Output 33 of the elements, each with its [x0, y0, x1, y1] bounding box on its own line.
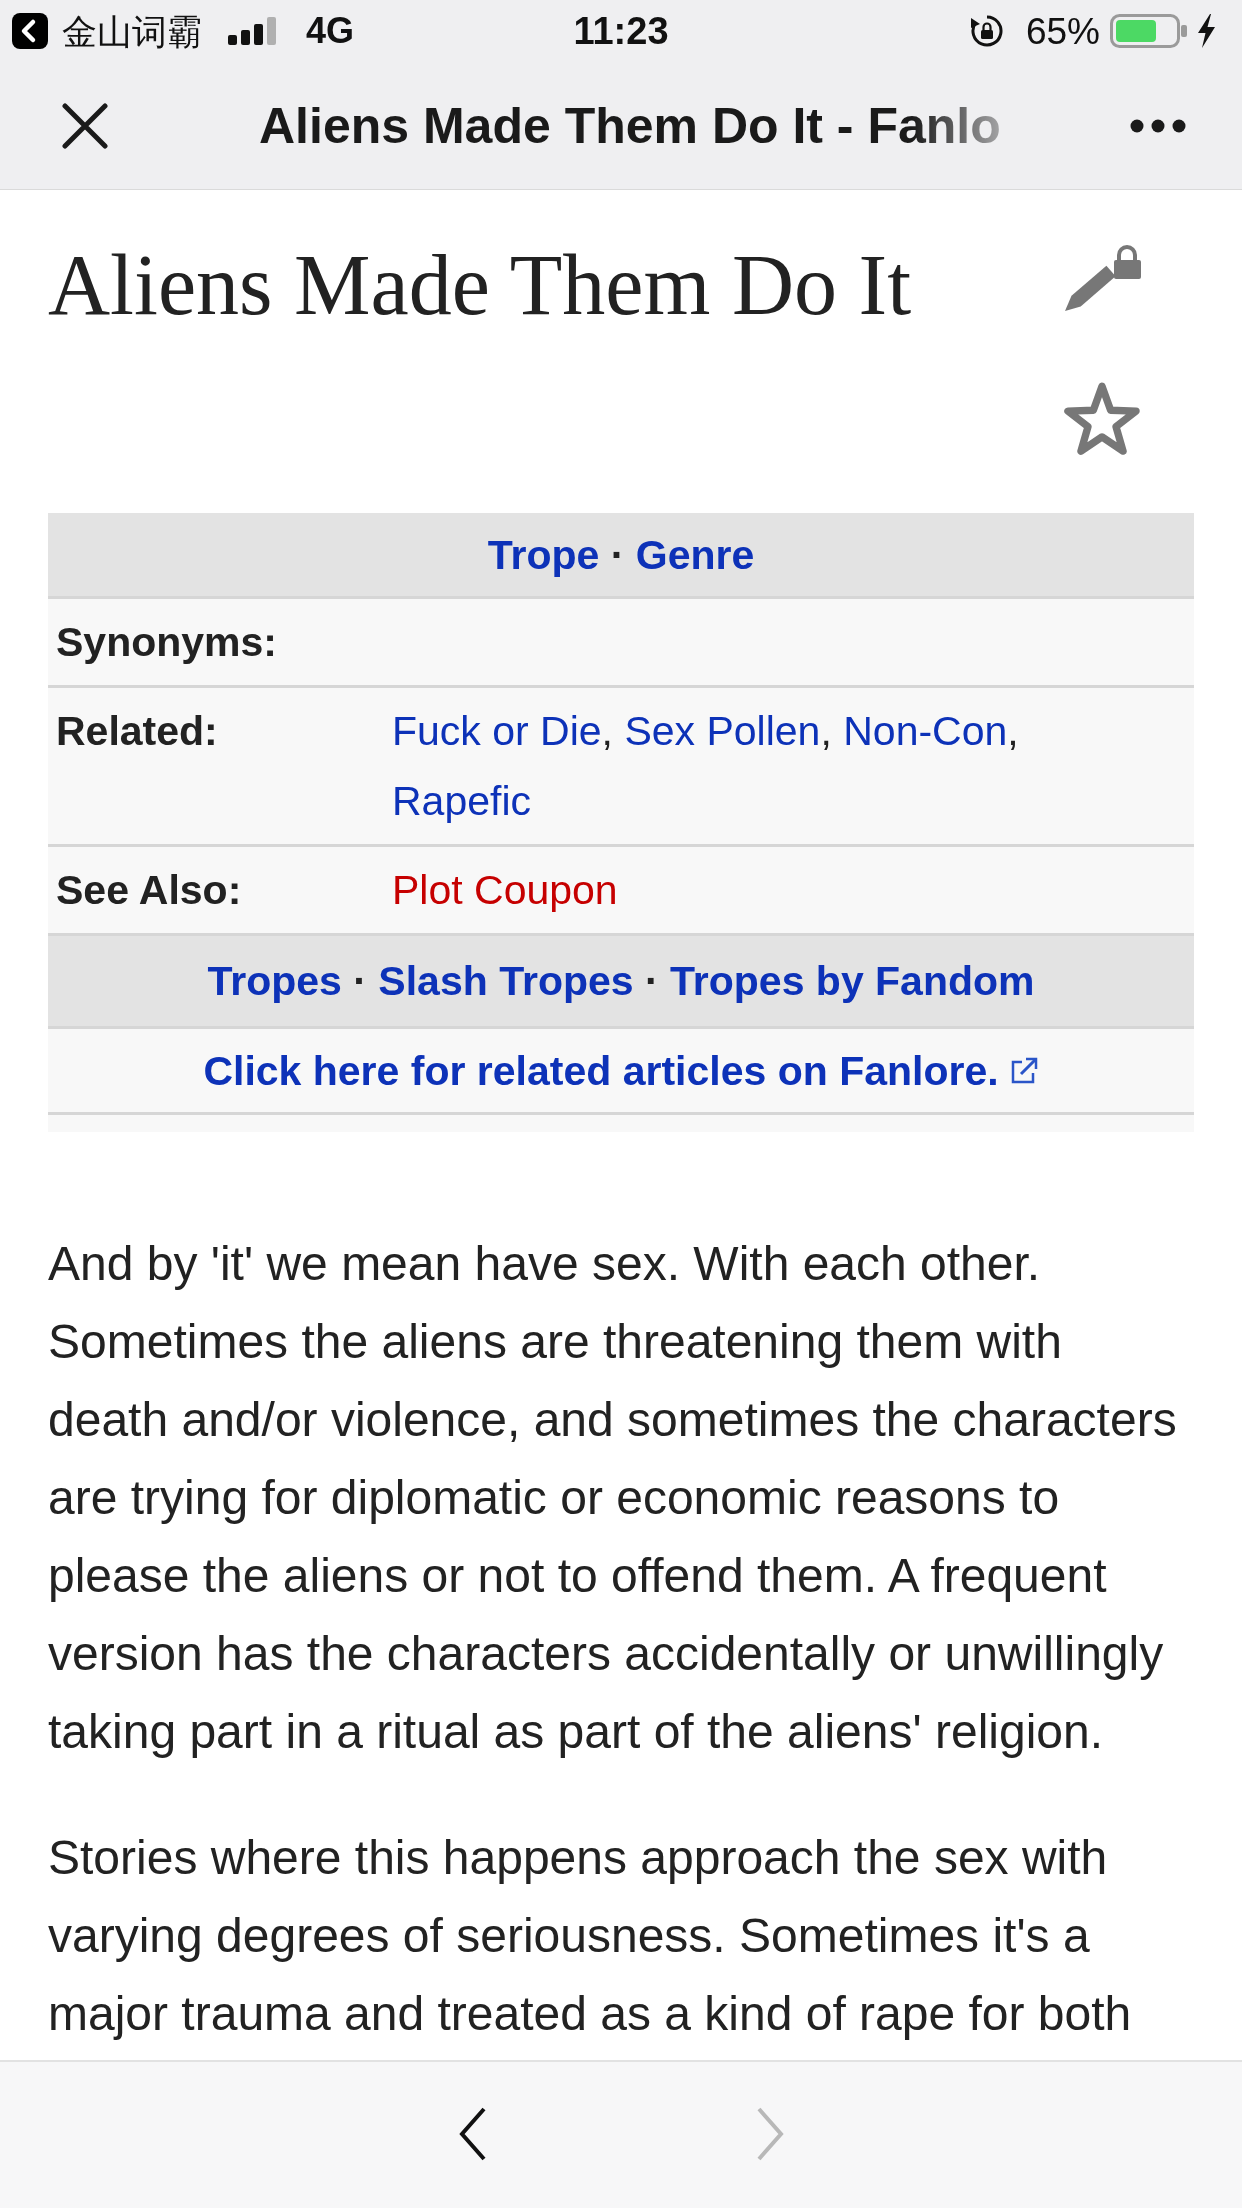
- article-link[interactable]: Genre: [635, 531, 755, 578]
- close-icon[interactable]: [62, 102, 108, 149]
- network-type: 4G: [306, 13, 355, 49]
- signal-icon: [228, 17, 276, 45]
- article-link[interactable]: Tropes: [207, 958, 342, 1004]
- back-to-app-button[interactable]: 金山词霸: [12, 13, 202, 49]
- article-link[interactable]: Sex Pollen: [624, 708, 821, 754]
- article-link[interactable]: Trope: [487, 531, 600, 578]
- chevron-left-icon[interactable]: [457, 2106, 488, 2162]
- row-label: Related:: [55, 707, 219, 756]
- more-icon[interactable]: [1130, 118, 1186, 133]
- fanlore-link[interactable]: Click here for related articles on Fanlore.: [203, 1040, 1039, 1101]
- body-paragraph: And by 'it' we mean have sex. With each other. Sometimes the aliens are threatening them with death and/or violence, and sometimes the characters are trying for diplomatic or economic reasons to please the aliens or not to offend them. A frequent version has the characters accidentally or unwillingly taking part in a ritual as part of the aliens' religion.: [48, 1236, 1178, 1760]
- star-icon[interactable]: [1063, 382, 1141, 456]
- status-time: 11:23: [573, 12, 669, 50]
- row-label: Synonyms:: [55, 618, 278, 667]
- article-link[interactable]: Fuck or Die: [392, 708, 602, 754]
- battery-icon: [1110, 14, 1188, 48]
- link-line: Trope · Genre: [487, 530, 755, 580]
- article-link[interactable]: Non-Con: [843, 708, 1008, 754]
- row-label: See Also:: [55, 866, 243, 915]
- row-value: Fuck or Die, Sex Pollen, Non-Con, Rapefic: [392, 707, 1020, 826]
- article-link[interactable]: Slash Tropes: [378, 958, 634, 1004]
- pencil-lock-icon[interactable]: [1063, 243, 1141, 313]
- nav-title: Aliens Made Them Do It - Fanlo: [259, 96, 1001, 156]
- article-link[interactable]: Tropes by Fandom: [670, 958, 1035, 1004]
- body-paragraph: Stories where this happens approach the sex with varying degrees of seriousness. Sometimes it's a major trauma and treated as a kind of rape for both: [48, 1830, 1133, 2042]
- link-line: Tropes · Slash Tropes · Tropes by Fandom: [207, 957, 1035, 1006]
- article-link[interactable]: Rapefic: [392, 778, 531, 824]
- back-badge-icon: [12, 13, 48, 49]
- article-link[interactable]: Plot Coupon: [392, 867, 618, 913]
- battery-percentage: 65%: [1025, 12, 1100, 50]
- page-title: Aliens Made Them Do It: [48, 236, 912, 335]
